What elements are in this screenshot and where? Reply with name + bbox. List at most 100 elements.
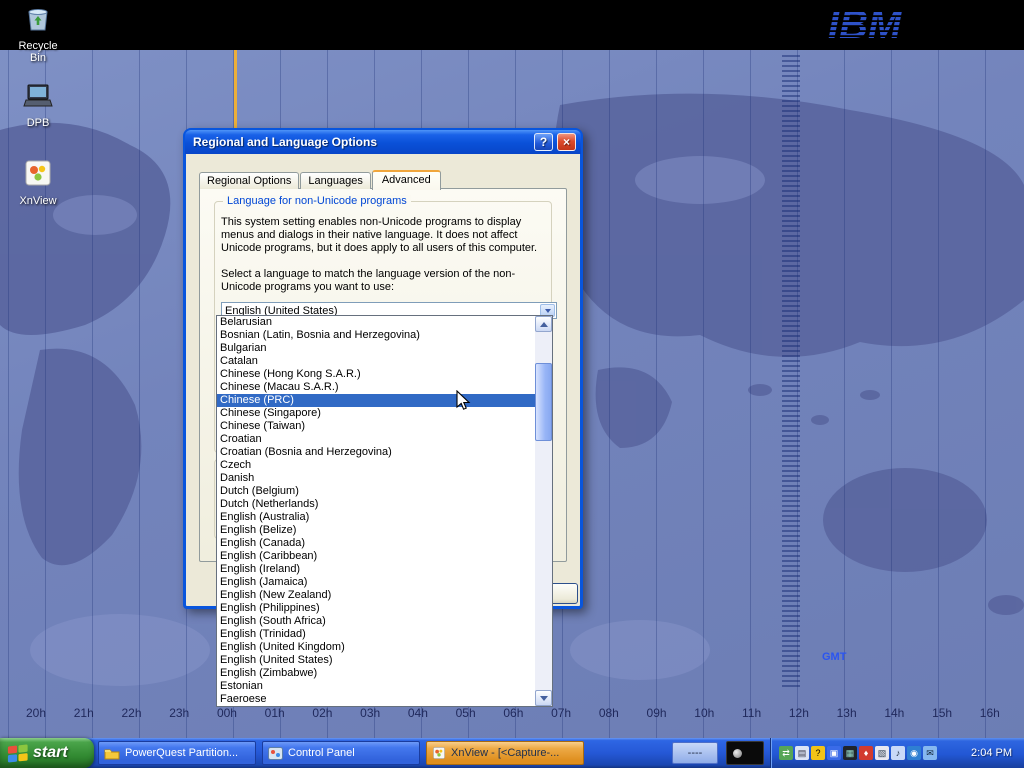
- tray-clock[interactable]: 2:04 PM: [971, 747, 1024, 759]
- desktop-icon-xnview[interactable]: XnView: [12, 158, 64, 207]
- groupbox-description: This system setting enables non-Unicode …: [221, 216, 555, 255]
- task-label: PowerQuest Partition...: [125, 747, 238, 759]
- language-option[interactable]: English (Caribbean): [217, 550, 535, 563]
- language-option[interactable]: English (New Zealand): [217, 589, 535, 602]
- language-option[interactable]: English (South Africa): [217, 615, 535, 628]
- mouse-cursor: [456, 390, 472, 412]
- dialog-titlebar[interactable]: Regional and Language Options ? ×: [185, 130, 581, 154]
- timezone-label: 12h: [789, 706, 809, 720]
- groupbox-title: Language for non-Unicode programs: [223, 195, 411, 207]
- language-option[interactable]: Bosnian (Latin, Bosnia and Herzegovina): [217, 329, 535, 342]
- taskbar-task-control-panel[interactable]: Control Panel: [262, 741, 420, 765]
- groupbox-instruction: Select a language to match the language …: [221, 268, 555, 294]
- scrollbar-thumb[interactable]: [535, 363, 552, 441]
- timezone-label: 11h: [742, 706, 761, 720]
- timezone-label: 03h: [360, 706, 380, 720]
- language-option[interactable]: Czech: [217, 459, 535, 472]
- antivirus-icon[interactable]: ♦: [859, 746, 873, 760]
- security-updates-icon[interactable]: ?: [811, 746, 825, 760]
- language-option[interactable]: Belarusian: [217, 316, 535, 329]
- scheduler-icon[interactable]: ▧: [875, 746, 889, 760]
- taskbar-task-xnview[interactable]: XnView - [<Capture-...: [426, 741, 584, 765]
- network-status-icon[interactable]: ◉: [907, 746, 921, 760]
- tab-languages[interactable]: Languages: [300, 172, 370, 189]
- language-option[interactable]: Chinese (Macau S.A.R.): [217, 381, 535, 394]
- timezone-label: 04h: [408, 706, 428, 720]
- gmt-label: GMT: [822, 651, 846, 663]
- current-time-marker-line: [234, 50, 237, 128]
- desktop-icon-label: Recycle Bin: [12, 40, 64, 64]
- language-option[interactable]: English (Ireland): [217, 563, 535, 576]
- timezone-label: 08h: [599, 706, 619, 720]
- language-option[interactable]: English (Canada): [217, 537, 535, 550]
- timezone-label: 15h: [932, 706, 952, 720]
- timezone-label: 00h: [217, 706, 237, 720]
- language-option[interactable]: Dutch (Belgium): [217, 485, 535, 498]
- language-option[interactable]: English (Jamaica): [217, 576, 535, 589]
- laptop-icon: [22, 82, 54, 110]
- close-button[interactable]: ×: [557, 133, 576, 151]
- desktop-icon-recycle-bin[interactable]: Recycle Bin: [12, 3, 64, 64]
- partition-tool-icon[interactable]: ▦: [843, 746, 857, 760]
- taskbar: start PowerQuest Partition... Control Pa…: [0, 738, 1024, 768]
- start-button[interactable]: start: [0, 738, 94, 768]
- language-option[interactable]: Bulgarian: [217, 342, 535, 355]
- taskbar-toolbar-fragment[interactable]: ----: [672, 742, 718, 764]
- volume-icon[interactable]: ♪: [891, 746, 905, 760]
- scroll-up-button[interactable]: [535, 316, 552, 332]
- language-option[interactable]: Estonian: [217, 680, 535, 693]
- task-label: XnView - [<Capture-...: [451, 747, 559, 759]
- language-option[interactable]: English (Belize): [217, 524, 535, 537]
- language-option[interactable]: Catalan: [217, 355, 535, 368]
- timezone-label: 09h: [647, 706, 667, 720]
- language-option[interactable]: Chinese (PRC): [217, 394, 535, 407]
- system-tray: ⇄▤?▣▦♦▧♪◉✉ 2:04 PM: [770, 738, 1024, 768]
- date-line-hatch: [782, 55, 800, 687]
- desktop: 20h21h22h23h00h01h02h03h04h05h06h07h08h0…: [0, 0, 1024, 768]
- timezone-label: 05h: [456, 706, 476, 720]
- language-option[interactable]: English (Trinidad): [217, 628, 535, 641]
- language-option[interactable]: English (United States): [217, 654, 535, 667]
- display-settings-icon[interactable]: ▣: [827, 746, 841, 760]
- language-option[interactable]: Chinese (Singapore): [217, 407, 535, 420]
- language-option[interactable]: Croatian: [217, 433, 535, 446]
- messenger-icon[interactable]: ✉: [923, 746, 937, 760]
- tray-icons: ⇄▤?▣▦♦▧♪◉✉: [779, 746, 937, 760]
- timezone-label: 10h: [694, 706, 714, 720]
- help-button[interactable]: ?: [534, 133, 553, 151]
- svg-text:IBM: IBM: [828, 3, 903, 47]
- desktop-icon-dpb[interactable]: DPB: [12, 82, 64, 129]
- timezone-label: 20h: [26, 706, 46, 720]
- task-label: Control Panel: [288, 747, 355, 759]
- timezone-label: 16h: [980, 706, 1000, 720]
- start-button-label: start: [33, 744, 68, 762]
- taskbar-task-powerquest[interactable]: PowerQuest Partition...: [98, 741, 256, 765]
- language-option[interactable]: Chinese (Hong Kong S.A.R.): [217, 368, 535, 381]
- safely-remove-hardware-icon[interactable]: ⇄: [779, 746, 793, 760]
- language-option[interactable]: English (United Kingdom): [217, 641, 535, 654]
- timezone-label: 22h: [121, 706, 141, 720]
- tab-advanced[interactable]: Advanced: [372, 170, 441, 190]
- list-scrollbar[interactable]: [535, 316, 552, 706]
- language-list: BelarusianBosnian (Latin, Bosnia and Her…: [217, 316, 535, 706]
- timezone-label: 07h: [551, 706, 571, 720]
- language-option[interactable]: Faeroese: [217, 693, 535, 706]
- ibm-logo: IBM: [826, 2, 936, 48]
- language-option[interactable]: Chinese (Taiwan): [217, 420, 535, 433]
- language-option[interactable]: English (Australia): [217, 511, 535, 524]
- language-option[interactable]: English (Philippines): [217, 602, 535, 615]
- language-option[interactable]: Croatian (Bosnia and Herzegovina): [217, 446, 535, 459]
- scroll-down-button[interactable]: [535, 690, 552, 706]
- desktop-icon-label: DPB: [12, 117, 64, 129]
- timezone-label: 14h: [884, 706, 904, 720]
- tab-regional-options[interactable]: Regional Options: [199, 172, 299, 189]
- xnview-icon: [23, 158, 53, 188]
- language-option[interactable]: English (Zimbabwe): [217, 667, 535, 680]
- keyboard-layout-icon[interactable]: ▤: [795, 746, 809, 760]
- taskbar-black-panel[interactable]: [726, 741, 764, 765]
- language-option[interactable]: Danish: [217, 472, 535, 485]
- timezone-label: 13h: [837, 706, 857, 720]
- language-option[interactable]: Dutch (Netherlands): [217, 498, 535, 511]
- timezone-label: 23h: [169, 706, 189, 720]
- dialog-title: Regional and Language Options: [193, 135, 377, 149]
